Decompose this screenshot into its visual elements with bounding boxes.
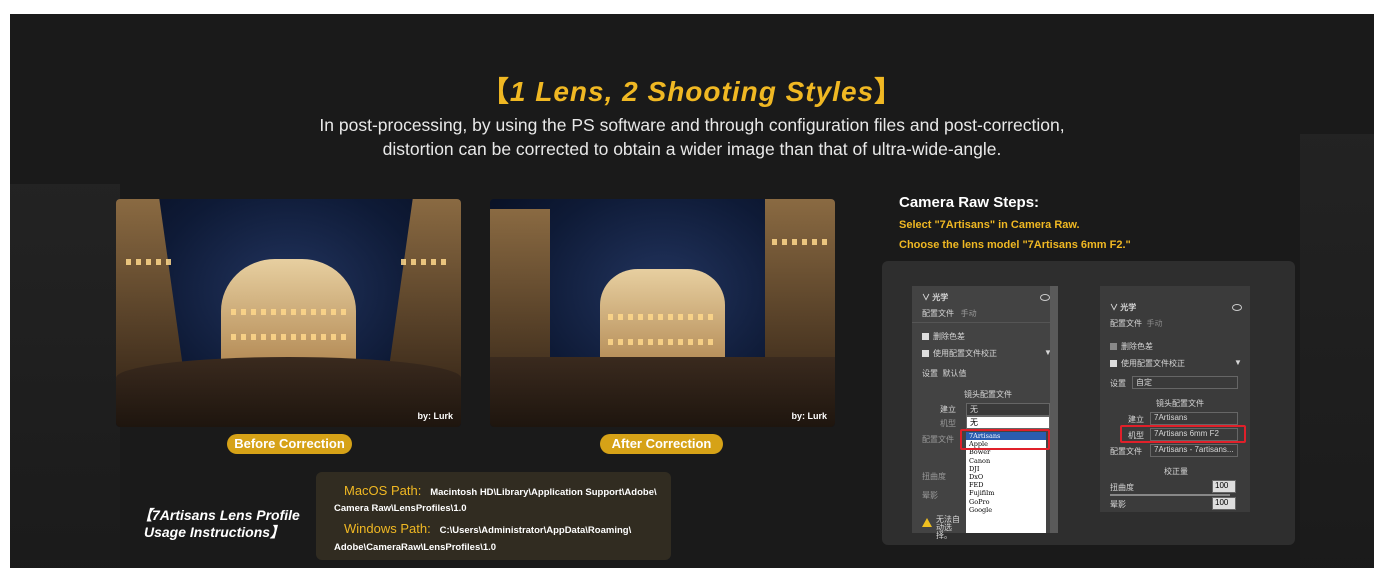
model-select[interactable]: 无 <box>966 416 1050 429</box>
profile-select[interactable]: 7Artisans - 7artisans... <box>1150 444 1238 457</box>
list-item[interactable]: Fujifilm <box>966 489 1046 497</box>
make-label: 建立 <box>940 405 956 414</box>
lens-profile-heading: 镜头配置文件 <box>1156 399 1204 408</box>
subtitle-line-1: In post-processing, by using the PS soft… <box>319 115 1065 135</box>
list-item[interactable]: GoPro <box>966 498 1046 506</box>
bg-building-left <box>10 184 120 568</box>
use-profile-checkbox[interactable] <box>922 350 929 358</box>
use-profile-checkbox[interactable] <box>1110 360 1117 368</box>
photo-credit: by: Lurk <box>417 411 453 421</box>
lens-profile-instructions-title: 【7Artisans Lens Profile Usage Instructio… <box>138 507 300 540</box>
before-correction-photo: by: Lurk <box>116 199 461 427</box>
macos-path-label: MacOS Path: <box>344 483 422 498</box>
setting-select[interactable]: 默认值 <box>942 369 966 378</box>
tab-manual[interactable]: 手动 <box>1146 319 1162 328</box>
highlight-model <box>1120 425 1246 443</box>
warning-text: 无法自动选择。 <box>936 515 960 540</box>
profile-label: 配置文件 <box>922 435 954 444</box>
scrollbar[interactable] <box>1050 286 1058 533</box>
camera-raw-steps-title: Camera Raw Steps: <box>899 194 1040 211</box>
make-select[interactable]: 无 <box>966 403 1050 416</box>
tab-manual[interactable]: 手动 <box>961 309 977 318</box>
list-item[interactable]: FED <box>966 481 1046 489</box>
profile-label: 配置文件 <box>1110 447 1142 456</box>
vignette-label: 晕影 <box>922 491 938 500</box>
tab-profile[interactable]: 配置文件 <box>922 309 954 318</box>
eye-icon[interactable] <box>1232 304 1242 311</box>
lens-profile-heading: 镜头配置文件 <box>964 390 1012 399</box>
setting-label: 设置 <box>1110 379 1126 388</box>
chevron-down-icon[interactable]: ▼ <box>1234 358 1242 367</box>
list-item[interactable]: Google <box>966 506 1046 514</box>
camera-raw-panel-left: ∨ 光学 配置文件 手动 删除色差 使用配置文件校正 ▼ 设置 默认值 镜头配置文… <box>912 286 1058 540</box>
distortion-label: 扭曲度 <box>1110 483 1134 492</box>
remove-ca-label: 删除色差 <box>1121 342 1153 351</box>
optics-section-header[interactable]: ∨ 光学 <box>1110 302 1136 313</box>
after-correction-label: After Correction <box>600 434 723 454</box>
use-profile-label: 使用配置文件校正 <box>1121 359 1185 368</box>
tab-profile[interactable]: 配置文件 <box>1110 319 1142 328</box>
before-correction-label: Before Correction <box>227 434 352 454</box>
distortion-slider[interactable] <box>1110 494 1230 496</box>
list-item[interactable]: Canon <box>966 457 1046 465</box>
step-1: Select "7Artisans" in Camera Raw. <box>899 219 1080 231</box>
macos-path-value-1: Macintosh HD\Library\Application Support… <box>430 487 657 498</box>
banner: 【1 Lens, 2 Shooting Styles】 In post-proc… <box>10 14 1374 568</box>
remove-ca-label: 删除色差 <box>933 332 965 341</box>
highlight-7artisans <box>960 429 1050 450</box>
step-2: Choose the lens model "7Artisans 6mm F2.… <box>899 239 1131 251</box>
profile-path-box: MacOS Path: Macintosh HD\Library\Applica… <box>316 472 671 560</box>
camera-raw-panels: ∨ 光学 配置文件 手动 删除色差 使用配置文件校正 ▼ 设置 默认值 镜头配置文… <box>882 261 1295 545</box>
make-select[interactable]: 7Artisans <box>1150 412 1238 425</box>
windows-path-value-1: C:\Users\Administrator\AppData\Roaming\ <box>439 525 632 536</box>
after-correction-photo: by: Lurk <box>490 199 835 427</box>
page-title: 【1 Lens, 2 Shooting Styles】 <box>480 76 904 107</box>
model-label: 机型 <box>940 419 956 428</box>
use-profile-label: 使用配置文件校正 <box>933 349 997 358</box>
bg-building-right <box>1300 134 1374 568</box>
vignette-value[interactable]: 100 <box>1212 497 1236 510</box>
setting-label: 设置 <box>922 369 938 378</box>
remove-ca-checkbox[interactable] <box>1110 343 1117 351</box>
setting-select[interactable]: 自定 <box>1132 376 1238 389</box>
subtitle-line-2: distortion can be corrected to obtain a … <box>382 139 1002 159</box>
list-item[interactable]: DJI <box>966 465 1046 473</box>
macos-path-value-2: Camera Raw\LensProfiles\1.0 <box>334 503 467 514</box>
make-label: 建立 <box>1128 415 1144 424</box>
remove-ca-checkbox[interactable] <box>922 333 929 341</box>
vignette-label: 晕影 <box>1110 500 1126 509</box>
camera-raw-panel-right: ∨ 光学 配置文件 手动 删除色差 使用配置文件校正 ▼ 设置 自定 镜头配置文件… <box>1100 286 1250 512</box>
distortion-label: 扭曲度 <box>922 472 946 481</box>
distortion-value[interactable]: 100 <box>1212 480 1236 493</box>
list-item[interactable]: DxO <box>966 473 1046 481</box>
windows-path-value-2: Adobe\CameraRaw\LensProfiles\1.0 <box>334 542 497 553</box>
correction-amount-heading: 校正量 <box>1164 467 1188 476</box>
photo-credit: by: Lurk <box>791 411 827 421</box>
eye-icon[interactable] <box>1040 294 1050 301</box>
optics-section-header[interactable]: ∨ 光学 <box>922 292 948 303</box>
warning-icon <box>922 518 932 527</box>
windows-path-label: Windows Path: <box>344 521 431 536</box>
